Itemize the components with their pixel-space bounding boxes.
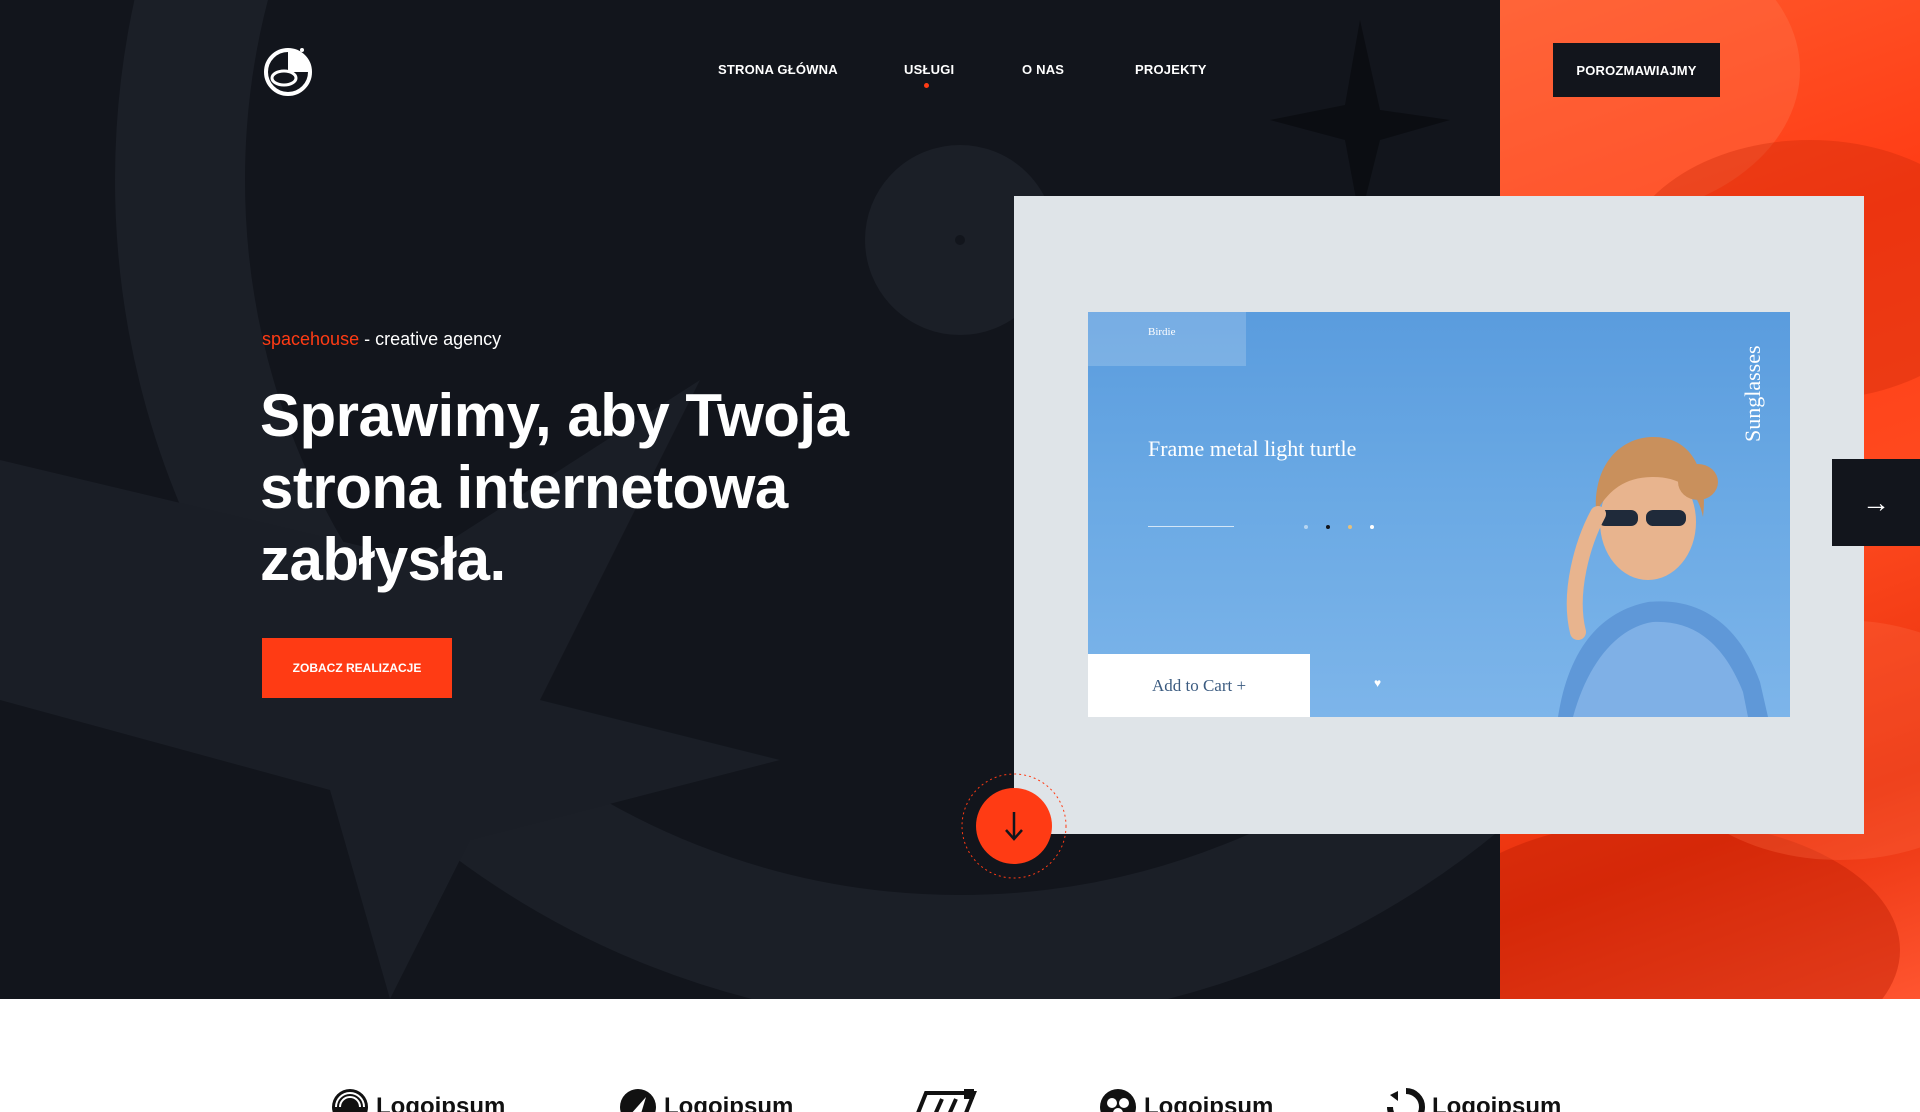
project-mockup-image: Birdie Frame metal light turtle Sunglass… — [1088, 312, 1790, 717]
tagline-text: - creative agency — [359, 329, 502, 349]
mock-divider — [1148, 526, 1234, 527]
mock-brand-box — [1088, 312, 1246, 366]
client-logo: Logoipsum — [330, 1087, 505, 1112]
client-logo-text: Logoipsum — [376, 1093, 506, 1112]
logoipsum-mark-icon — [1387, 1088, 1425, 1112]
active-nav-indicator — [924, 83, 929, 88]
hero-tagline: spacehouse - creative agency — [262, 329, 501, 350]
headline-line-2: strona internetowa — [260, 454, 788, 521]
client-logo-text: Logoipsum — [1144, 1093, 1274, 1112]
hero-section: STRONA GŁÓWNA USŁUGI O NAS PROJEKTY PORO… — [0, 0, 1920, 999]
mock-brand: Birdie — [1148, 326, 1176, 338]
client-logo-text: Logoipsum — [664, 1093, 794, 1112]
client-logos-strip: Logoipsum Logoipsum Logoipsum Logoipsum — [0, 999, 1920, 1112]
arrow-right-icon: → — [1862, 486, 1890, 518]
mock-dot — [1370, 525, 1374, 529]
headline-line-3: zabłysła. — [260, 526, 506, 593]
client-logo: Logoipsum — [618, 1087, 793, 1112]
scroll-down-button[interactable] — [960, 772, 1068, 880]
logoipsum-mark-icon — [332, 1089, 368, 1112]
logoipsum-mark-icon — [916, 1089, 977, 1112]
nav-item-home[interactable]: STRONA GŁÓWNA — [718, 62, 838, 77]
client-logo-text: Logoipsum — [1432, 1093, 1562, 1112]
mock-add-to-cart: Add to Cart + — [1088, 654, 1310, 717]
logoipsum-mark-icon — [1100, 1089, 1136, 1112]
nav-item-projects[interactable]: PROJEKTY — [1135, 62, 1207, 77]
project-showcase: Birdie Frame metal light turtle Sunglass… — [1014, 196, 1864, 834]
contact-button[interactable]: POROZMAWIAJMY — [1553, 43, 1720, 97]
mock-product-title: Frame metal light turtle — [1148, 436, 1357, 461]
client-logo: Logoipsum — [1386, 1087, 1561, 1112]
next-slide-button[interactable]: → — [1832, 459, 1920, 546]
spacehouse-astronaut-logo[interactable] — [260, 44, 316, 100]
brand-name: spacehouse — [262, 329, 360, 349]
nav-item-about[interactable]: O NAS — [1022, 62, 1064, 77]
heart-icon: ♥ — [1374, 676, 1382, 690]
client-logo: Logoipsum — [1098, 1087, 1273, 1112]
model-photo — [1558, 437, 1768, 717]
client-logo — [908, 1087, 980, 1112]
logoipsum-mark-icon — [620, 1089, 656, 1112]
mock-dot — [1304, 525, 1308, 529]
headline-line-1: Sprawimy, aby Twoja — [260, 382, 849, 449]
see-projects-button[interactable]: ZOBACZ REALIZACJE — [262, 638, 452, 698]
hero-headline: Sprawimy, aby Twoja strona internetowa z… — [260, 380, 980, 596]
mock-dot — [1348, 525, 1352, 529]
mock-dot — [1326, 525, 1330, 529]
nav-item-services[interactable]: USŁUGI — [904, 62, 954, 77]
